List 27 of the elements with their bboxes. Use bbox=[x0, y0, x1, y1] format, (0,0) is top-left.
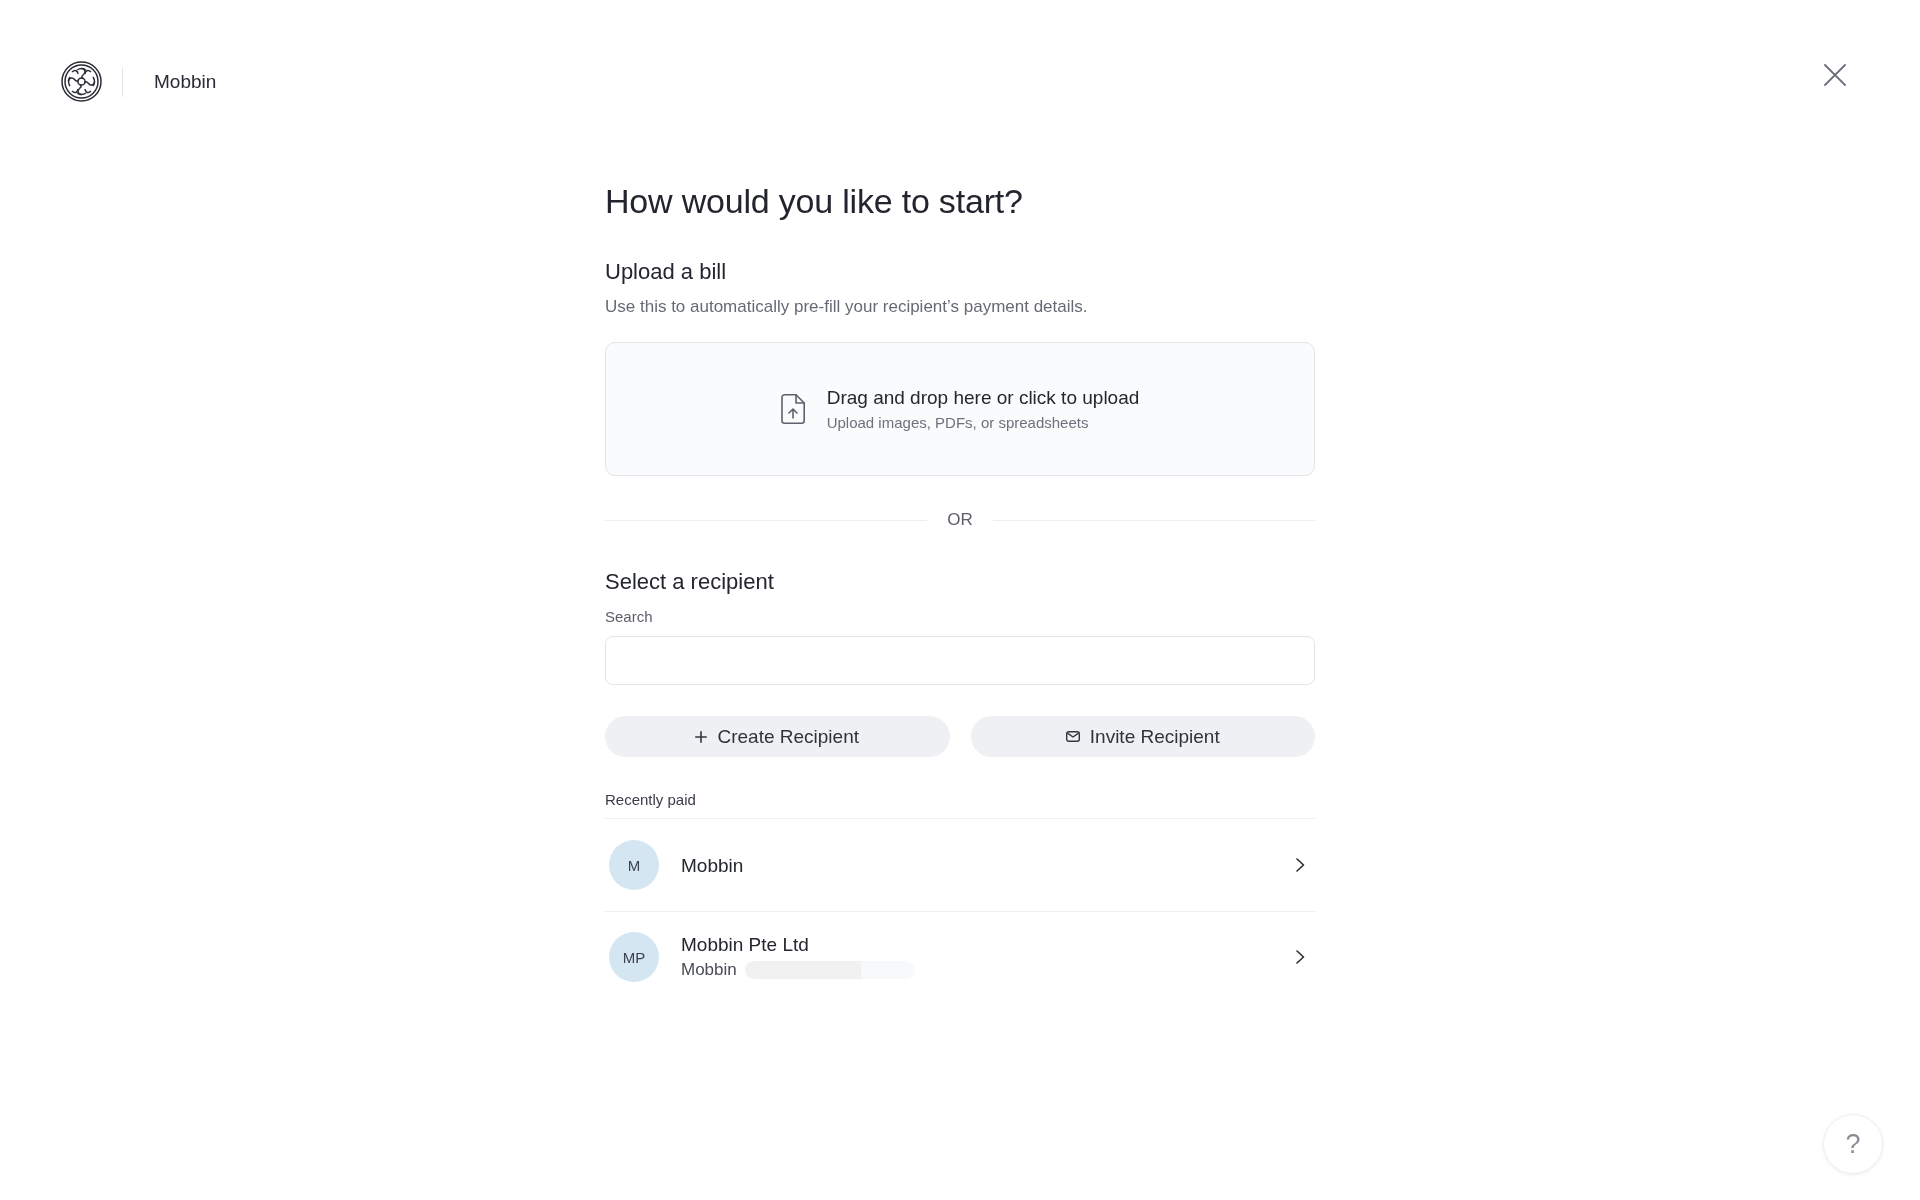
dropzone-title: Drag and drop here or click to upload bbox=[826, 385, 1140, 410]
list-heading: Recently paid bbox=[605, 790, 696, 810]
file-upload-icon bbox=[780, 394, 805, 424]
envelope-icon bbox=[1065, 731, 1080, 742]
knot-logo-icon bbox=[61, 61, 102, 102]
dropzone-hint: Upload images, PDFs, or spreadsheets bbox=[826, 412, 1089, 433]
recipient-name: Mobbin bbox=[681, 853, 744, 878]
upload-dropzone[interactable]: Drag and drop here or click to upload Upload images, PDFs, or spreadsheets bbox=[605, 342, 1315, 476]
chevron-right-icon bbox=[1296, 950, 1305, 964]
section-description: Use this to automatically pre-fill your recipient’s payment details. bbox=[605, 296, 1088, 318]
recipient-subtitle: Mobbin bbox=[681, 959, 737, 981]
plus-icon bbox=[695, 730, 708, 743]
search-field[interactable] bbox=[605, 636, 1315, 685]
page-heading: How would you like to start? bbox=[605, 181, 1023, 222]
search-label: Search bbox=[605, 607, 653, 627]
close-button[interactable] bbox=[1824, 64, 1846, 86]
create-button[interactable]: Create Recipient bbox=[605, 716, 950, 757]
section-heading: Upload a bill bbox=[605, 258, 727, 286]
divider-label: OR bbox=[947, 509, 973, 531]
section-heading: Select a recipient bbox=[605, 568, 774, 596]
invite-button[interactable]: Invite Recipient bbox=[970, 716, 1315, 757]
recipient-name: Mobbin Pte Ltd bbox=[681, 933, 809, 957]
brand-name: Mobbin bbox=[154, 69, 217, 94]
initials-avatar: M bbox=[609, 840, 659, 890]
initials-avatar: MP bbox=[609, 932, 659, 982]
close-icon bbox=[1824, 64, 1846, 86]
chevron-right-icon bbox=[1296, 858, 1305, 872]
